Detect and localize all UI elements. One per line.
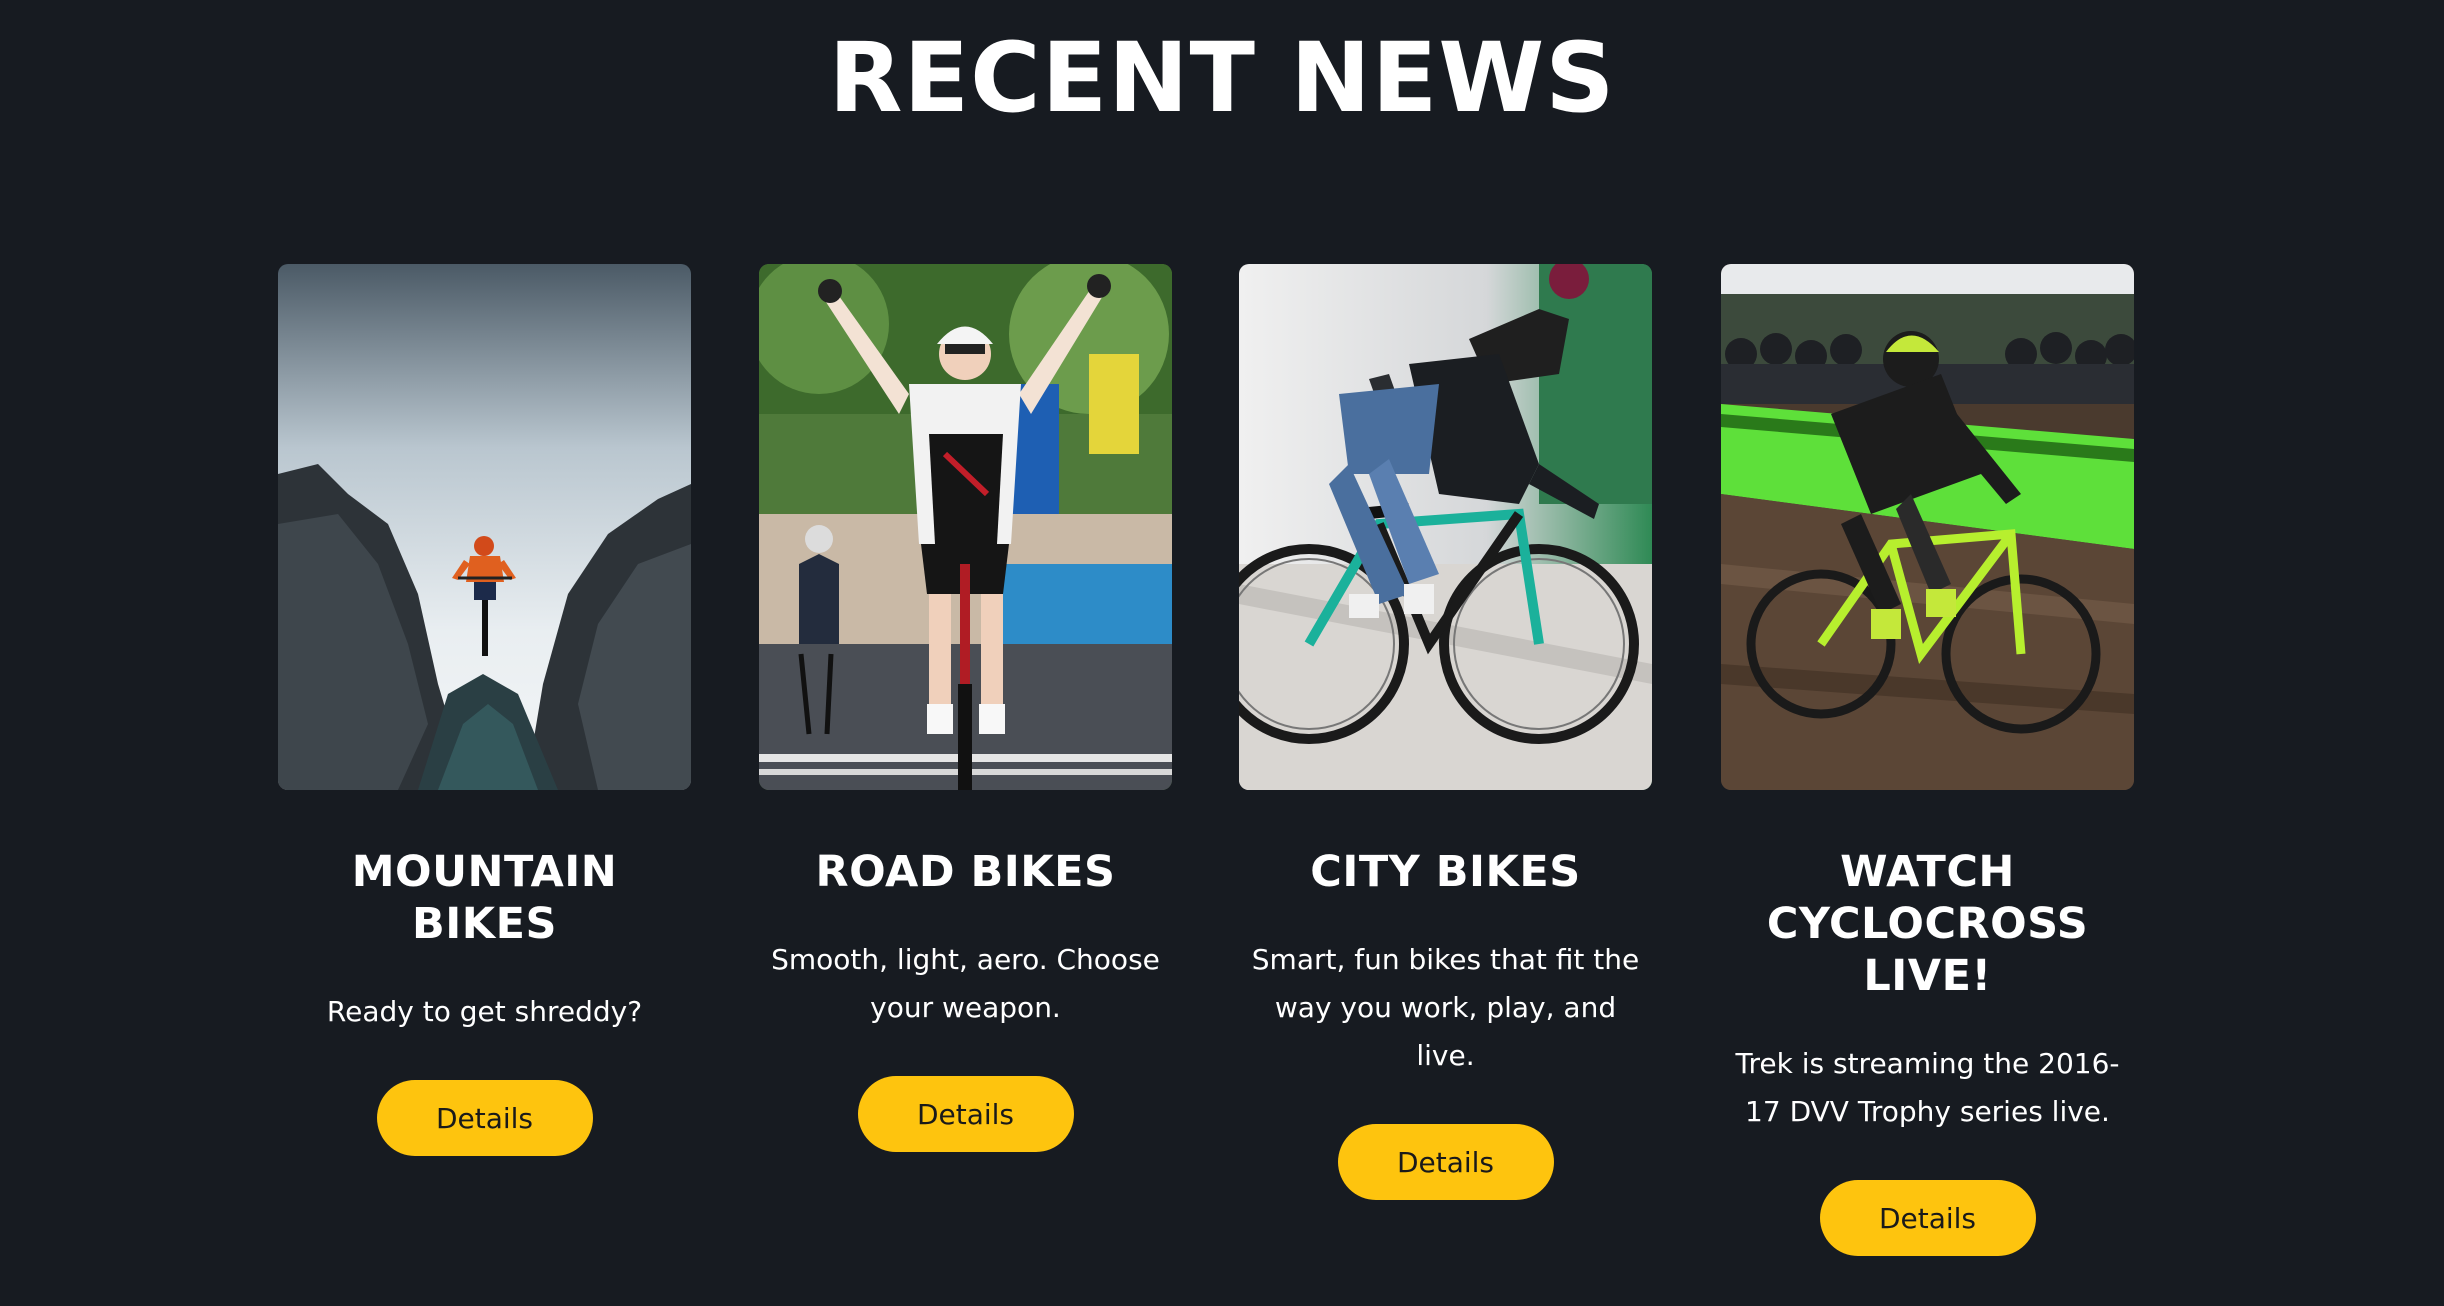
- city-bike-rider-photo[interactable]: [1239, 264, 1652, 790]
- card-title: WATCH CYCLOCROSS LIVE!: [1766, 847, 2089, 1001]
- card-description: Smart, fun bikes that fit the way you wo…: [1251, 943, 1640, 1072]
- card-description: Smooth, light, aero. Choose your weapon.: [771, 943, 1160, 1024]
- news-card-cyclocross: WATCH CYCLOCROSS LIVE! Trek is streaming…: [1721, 264, 2134, 1256]
- section-title: RECENT NEWS: [828, 22, 1616, 134]
- card-description: Trek is streaming the 2016-17 DVV Trophy…: [1735, 1047, 2120, 1128]
- details-button[interactable]: Details: [1337, 1124, 1554, 1200]
- news-card-road-bikes: ROAD BIKES Smooth, light, aero. Choose y…: [759, 264, 1172, 1152]
- news-card-mountain-bikes: MOUNTAIN BIKES Ready to get shreddy? Det…: [278, 264, 691, 1156]
- details-button[interactable]: Details: [1819, 1180, 2036, 1256]
- news-cards: MOUNTAIN BIKES Ready to get shreddy? Det…: [278, 264, 2138, 1294]
- cyclocross-race-photo[interactable]: [1721, 264, 2134, 790]
- card-title: MOUNTAIN BIKES: [351, 847, 618, 949]
- news-card-city-bikes: CITY BIKES Smart, fun bikes that fit the…: [1239, 264, 1652, 1200]
- road-race-winner-photo[interactable]: [759, 264, 1172, 790]
- details-button[interactable]: Details: [857, 1076, 1074, 1152]
- recent-news-section: RECENT NEWS MOUNTAIN BIKES Ready to get …: [0, 0, 2444, 1306]
- card-title: ROAD BIKES: [815, 847, 1116, 897]
- details-button[interactable]: Details: [376, 1080, 593, 1156]
- mountain-bike-rider-photo[interactable]: [278, 264, 691, 790]
- card-title: CITY BIKES: [1310, 847, 1581, 897]
- card-description: Ready to get shreddy?: [326, 995, 643, 1028]
